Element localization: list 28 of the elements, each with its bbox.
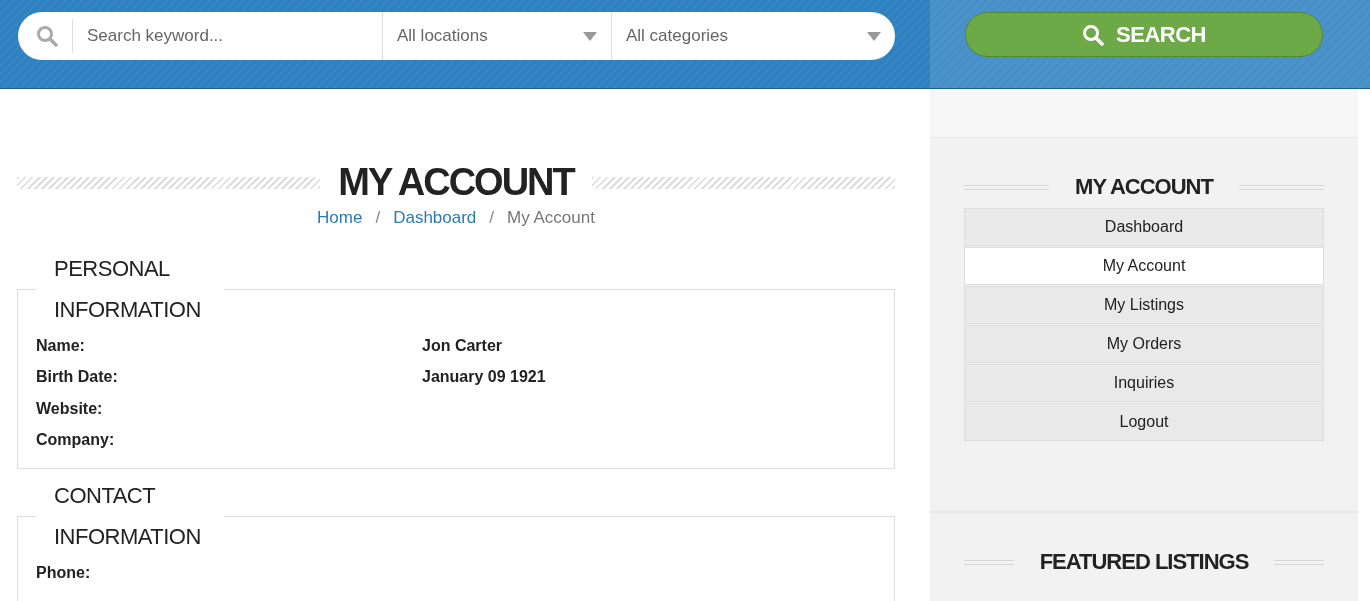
sidebar-menu-item[interactable]: Dashboard xyxy=(964,208,1324,246)
location-select[interactable]: All locations xyxy=(382,12,611,60)
sidebar-menu-item[interactable]: Inquiries xyxy=(964,364,1324,402)
field-label: Website: xyxy=(36,399,103,418)
breadcrumb-separator: / xyxy=(375,208,381,227)
breadcrumb-current: My Account xyxy=(507,208,595,227)
keyword-field[interactable]: Search keyword... xyxy=(18,12,382,60)
breadcrumb-link[interactable]: Home xyxy=(317,208,363,227)
breadcrumb-separator: / xyxy=(489,208,495,227)
category-select[interactable]: All categories xyxy=(611,12,895,60)
sidebar-menu-item[interactable]: My Account xyxy=(964,247,1324,285)
field-value: Jon Carter xyxy=(422,336,503,355)
sidebar-title: MY ACCOUNT xyxy=(1075,174,1213,200)
search-icon xyxy=(36,25,58,47)
caret-icon xyxy=(583,31,597,41)
caret-icon xyxy=(867,31,881,41)
field-label: Company: xyxy=(36,431,115,450)
search-icon xyxy=(1082,23,1105,46)
sidebar-menu-item[interactable]: My Listings xyxy=(964,286,1324,324)
field-value: January 09 1921 xyxy=(422,368,546,387)
breadcrumb-link[interactable]: Dashboard xyxy=(393,208,477,227)
sidebar-title: FEATURED LISTINGS xyxy=(1039,549,1249,575)
sidebar-menu-item[interactable]: My Orders xyxy=(964,325,1324,363)
page-title: MY ACCOUNT xyxy=(338,161,574,204)
field-label: Birth Date: xyxy=(36,368,118,387)
sidebar-menu-item[interactable]: Logout xyxy=(964,403,1324,441)
field-label: Name: xyxy=(36,336,85,355)
field-label: Phone: xyxy=(36,563,91,582)
